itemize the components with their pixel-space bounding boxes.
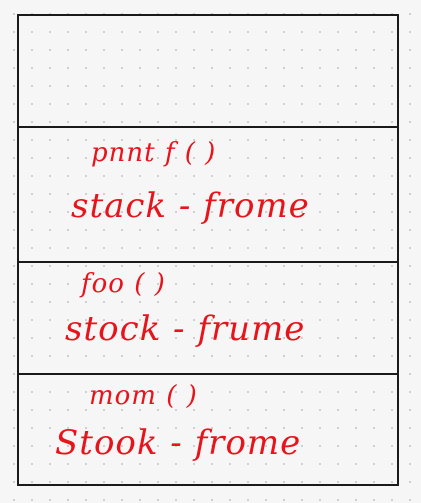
frame-function-name: pnnt f ( ) (91, 138, 217, 168)
stack-frame-main: mom ( ) Stook - frome (19, 375, 397, 486)
dotted-paper-canvas: pnnt f ( ) stack - frome foo ( ) stock -… (0, 0, 421, 503)
frame-function-name: mom ( ) (89, 381, 198, 411)
frame-label: stock - frume (65, 309, 306, 349)
frame-function-name: foo ( ) (81, 269, 166, 299)
call-stack-diagram: pnnt f ( ) stack - frome foo ( ) stock -… (17, 14, 399, 486)
empty-stack-region (19, 16, 397, 126)
stack-frame-foo: foo ( ) stock - frume (19, 263, 397, 373)
frame-label: Stook - frome (55, 423, 302, 463)
frame-label: stack - frome (71, 186, 310, 226)
stack-frame-printf: pnnt f ( ) stack - frome (19, 128, 397, 261)
